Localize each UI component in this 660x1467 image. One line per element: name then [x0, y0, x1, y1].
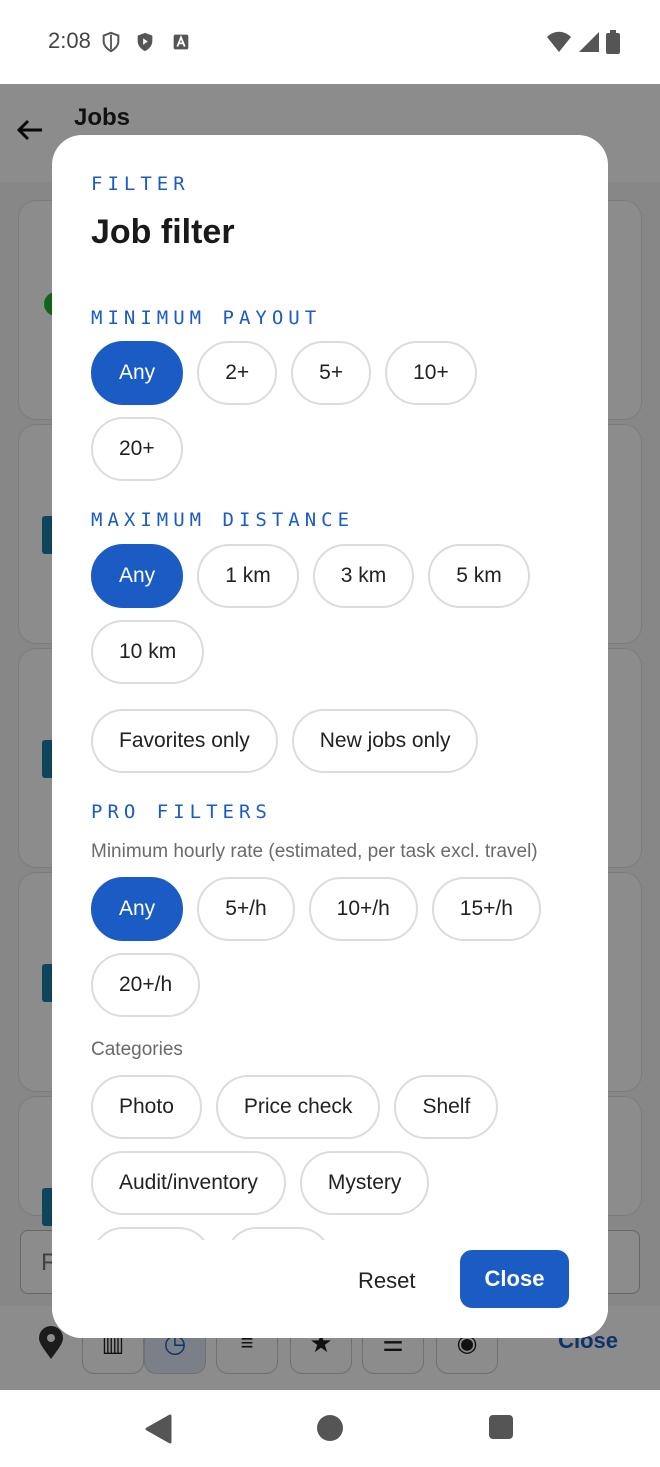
new-jobs-only-chip[interactable]: New jobs only — [291, 709, 479, 773]
category-chips-row3-partial — [91, 1227, 331, 1240]
hourly-rate-chips-row2: 20+/h — [91, 953, 201, 1017]
hourly-chip-20[interactable]: 20+/h — [91, 953, 201, 1017]
a-box-icon — [173, 34, 189, 50]
categories-label: Categories — [91, 1039, 183, 1060]
wifi-icon — [547, 31, 571, 52]
min-payout-chips: Any 2+ 5+ 10+ — [91, 341, 477, 405]
nav-home-icon[interactable] — [316, 1414, 344, 1442]
category-chip-photo[interactable]: Photo — [91, 1075, 202, 1139]
nav-recents-icon[interactable] — [488, 1414, 514, 1440]
payout-chip-20[interactable]: 20+ — [91, 417, 183, 481]
max-distance-chips-row2: 10 km — [91, 620, 205, 684]
close-button[interactable]: Close — [460, 1250, 569, 1308]
payout-chip-2[interactable]: 2+ — [197, 341, 278, 405]
shield-play-icon — [137, 32, 153, 52]
min-payout-chips-row2: 20+ — [91, 417, 183, 481]
max-distance-chips: Any 1 km 3 km 5 km — [91, 544, 530, 608]
dialog-content[interactable]: FILTER Job filter MINIMUM PAYOUT Any 2+ … — [52, 135, 608, 1240]
category-chip-price-check[interactable]: Price check — [215, 1075, 381, 1139]
system-nav-bar — [0, 1390, 660, 1467]
payout-chip-5[interactable]: 5+ — [291, 341, 372, 405]
distance-chip-1km[interactable]: 1 km — [197, 544, 299, 608]
dialog-overline: FILTER — [91, 173, 190, 195]
signal-icon — [579, 32, 599, 52]
distance-chip-10km[interactable]: 10 km — [91, 620, 205, 684]
payout-chip-any[interactable]: Any — [91, 341, 184, 405]
category-chips: Photo Price check Shelf — [91, 1075, 499, 1139]
status-time: 2:08 — [48, 28, 91, 53]
distance-chip-3km[interactable]: 3 km — [312, 544, 415, 608]
category-chip-shelf[interactable]: Shelf — [394, 1075, 499, 1139]
hourly-rate-chips: Any 5+/h 10+/h 15+/h — [91, 877, 541, 941]
category-chip-partial[interactable] — [91, 1227, 211, 1240]
category-chips-row2: Audit/inventory Mystery — [91, 1151, 430, 1215]
nav-back-icon[interactable] — [144, 1414, 172, 1444]
max-distance-label: MAXIMUM DISTANCE — [91, 509, 355, 531]
hourly-chip-15[interactable]: 15+/h — [431, 877, 541, 941]
category-chip-audit-inventory[interactable]: Audit/inventory — [91, 1151, 286, 1215]
dialog-title: Job filter — [91, 213, 235, 251]
pro-filters-label: PRO FILTERS — [91, 801, 272, 823]
hourly-rate-label: Minimum hourly rate (estimated, per task… — [91, 841, 538, 862]
reset-button[interactable]: Reset — [358, 1268, 415, 1294]
toggle-chips: Favorites only New jobs only — [91, 709, 479, 773]
dialog-actions: Reset Close — [52, 1240, 608, 1338]
battery-icon — [606, 30, 620, 54]
payout-chip-10[interactable]: 10+ — [385, 341, 477, 405]
category-chip-partial[interactable] — [225, 1227, 331, 1240]
distance-chip-5km[interactable]: 5 km — [428, 544, 530, 608]
hourly-chip-5[interactable]: 5+/h — [197, 877, 295, 941]
hourly-chip-10[interactable]: 10+/h — [308, 877, 418, 941]
hourly-chip-any[interactable]: Any — [91, 877, 184, 941]
distance-chip-any[interactable]: Any — [91, 544, 184, 608]
shield-outline-icon — [102, 31, 120, 53]
min-payout-label: MINIMUM PAYOUT — [91, 307, 322, 329]
job-filter-dialog: FILTER Job filter MINIMUM PAYOUT Any 2+ … — [52, 135, 608, 1338]
category-chip-mystery[interactable]: Mystery — [299, 1151, 430, 1215]
status-bar: 2:08 — [0, 0, 660, 84]
favorites-only-chip[interactable]: Favorites only — [91, 709, 278, 773]
